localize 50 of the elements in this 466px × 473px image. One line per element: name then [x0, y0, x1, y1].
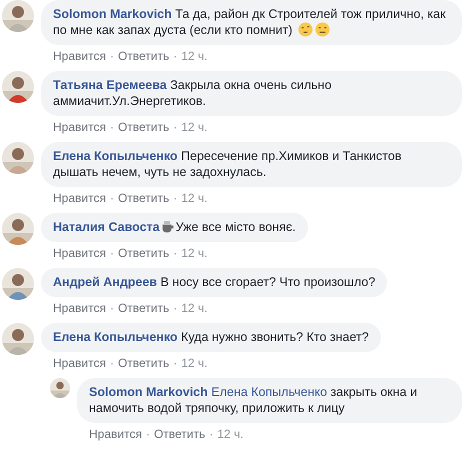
separator: · — [209, 427, 214, 441]
reply-link[interactable]: Ответить — [118, 191, 170, 205]
reply-link[interactable]: Ответить — [118, 49, 170, 63]
author-link[interactable]: Елена Копыльченко — [53, 330, 178, 344]
comment-text: Елена Копыльченко Куда нужно звонить? Кто знает? — [53, 329, 369, 345]
separator: · — [146, 427, 150, 441]
separator: · — [110, 49, 114, 63]
author-link[interactable]: Елена Копыльченко — [53, 149, 178, 163]
separator: · — [110, 120, 114, 134]
like-link[interactable]: Нравится — [89, 427, 142, 441]
like-link[interactable]: Нравится — [53, 356, 106, 370]
author-link[interactable]: Андрей Андреев — [53, 275, 157, 289]
author-link[interactable]: Solomon Markovich — [89, 385, 208, 399]
comment-text: Solomon Markovich Елена Копыльченко закрыть окна и намочить водой тряпочку, приложить к лицу — [89, 384, 418, 416]
like-link[interactable]: Нравится — [53, 301, 106, 315]
separator: · — [110, 191, 114, 205]
timestamp: 12 ч. — [181, 356, 208, 370]
comment-text: Наталия Савоста Уже все місто воняє. — [53, 219, 296, 235]
author-link[interactable]: Solomon Markovich — [53, 7, 172, 21]
author-link[interactable]: Наталия Савоста — [53, 220, 160, 234]
separator: · — [173, 120, 178, 134]
separator: · — [173, 356, 178, 370]
like-link[interactable]: Нравится — [53, 120, 106, 134]
separator: · — [173, 191, 178, 205]
separator: · — [173, 301, 178, 315]
timestamp: 12 ч. — [217, 427, 244, 441]
reply-link[interactable]: Ответить — [118, 246, 170, 260]
timestamp: 12 ч. — [181, 49, 208, 63]
separator: · — [110, 301, 114, 315]
mention-link[interactable]: Елена Копыльченко — [211, 385, 328, 399]
reply-link[interactable]: Ответить — [154, 427, 206, 441]
separator: · — [173, 246, 178, 260]
comment-text: Solomon Markovich Та да, район дк Строителей тож прилично, как по мне как запах дуста (если кто помнит) — [53, 6, 447, 38]
author-link[interactable]: Татьяна Еремеева — [53, 78, 167, 92]
comment-text: Елена Копыльченко Пересечение пр.Химиков и Танкистов дышать нечем, чуть не задохнулась. — [53, 148, 402, 180]
like-link[interactable]: Нравится — [53, 191, 106, 205]
reply-link[interactable]: Ответить — [118, 301, 170, 315]
like-link[interactable]: Нравится — [53, 49, 106, 63]
separator: · — [173, 49, 178, 63]
comment-text: Татьяна Еремеева Закрыла окна очень сильно аммиачит.Ул.Энергетиков. — [53, 77, 333, 109]
comment-text: Андрей Андреев В носу все сгорает? Что произошло? — [53, 274, 376, 290]
timestamp: 12 ч. — [181, 246, 208, 260]
timestamp: 12 ч. — [181, 191, 208, 205]
reply-link[interactable]: Ответить — [118, 356, 170, 370]
timestamp: 12 ч. — [181, 120, 208, 134]
separator: · — [110, 356, 114, 370]
separator: · — [110, 246, 114, 260]
reply-link[interactable]: Ответить — [118, 120, 170, 134]
like-link[interactable]: Нравится — [53, 246, 106, 260]
timestamp: 12 ч. — [181, 301, 208, 315]
